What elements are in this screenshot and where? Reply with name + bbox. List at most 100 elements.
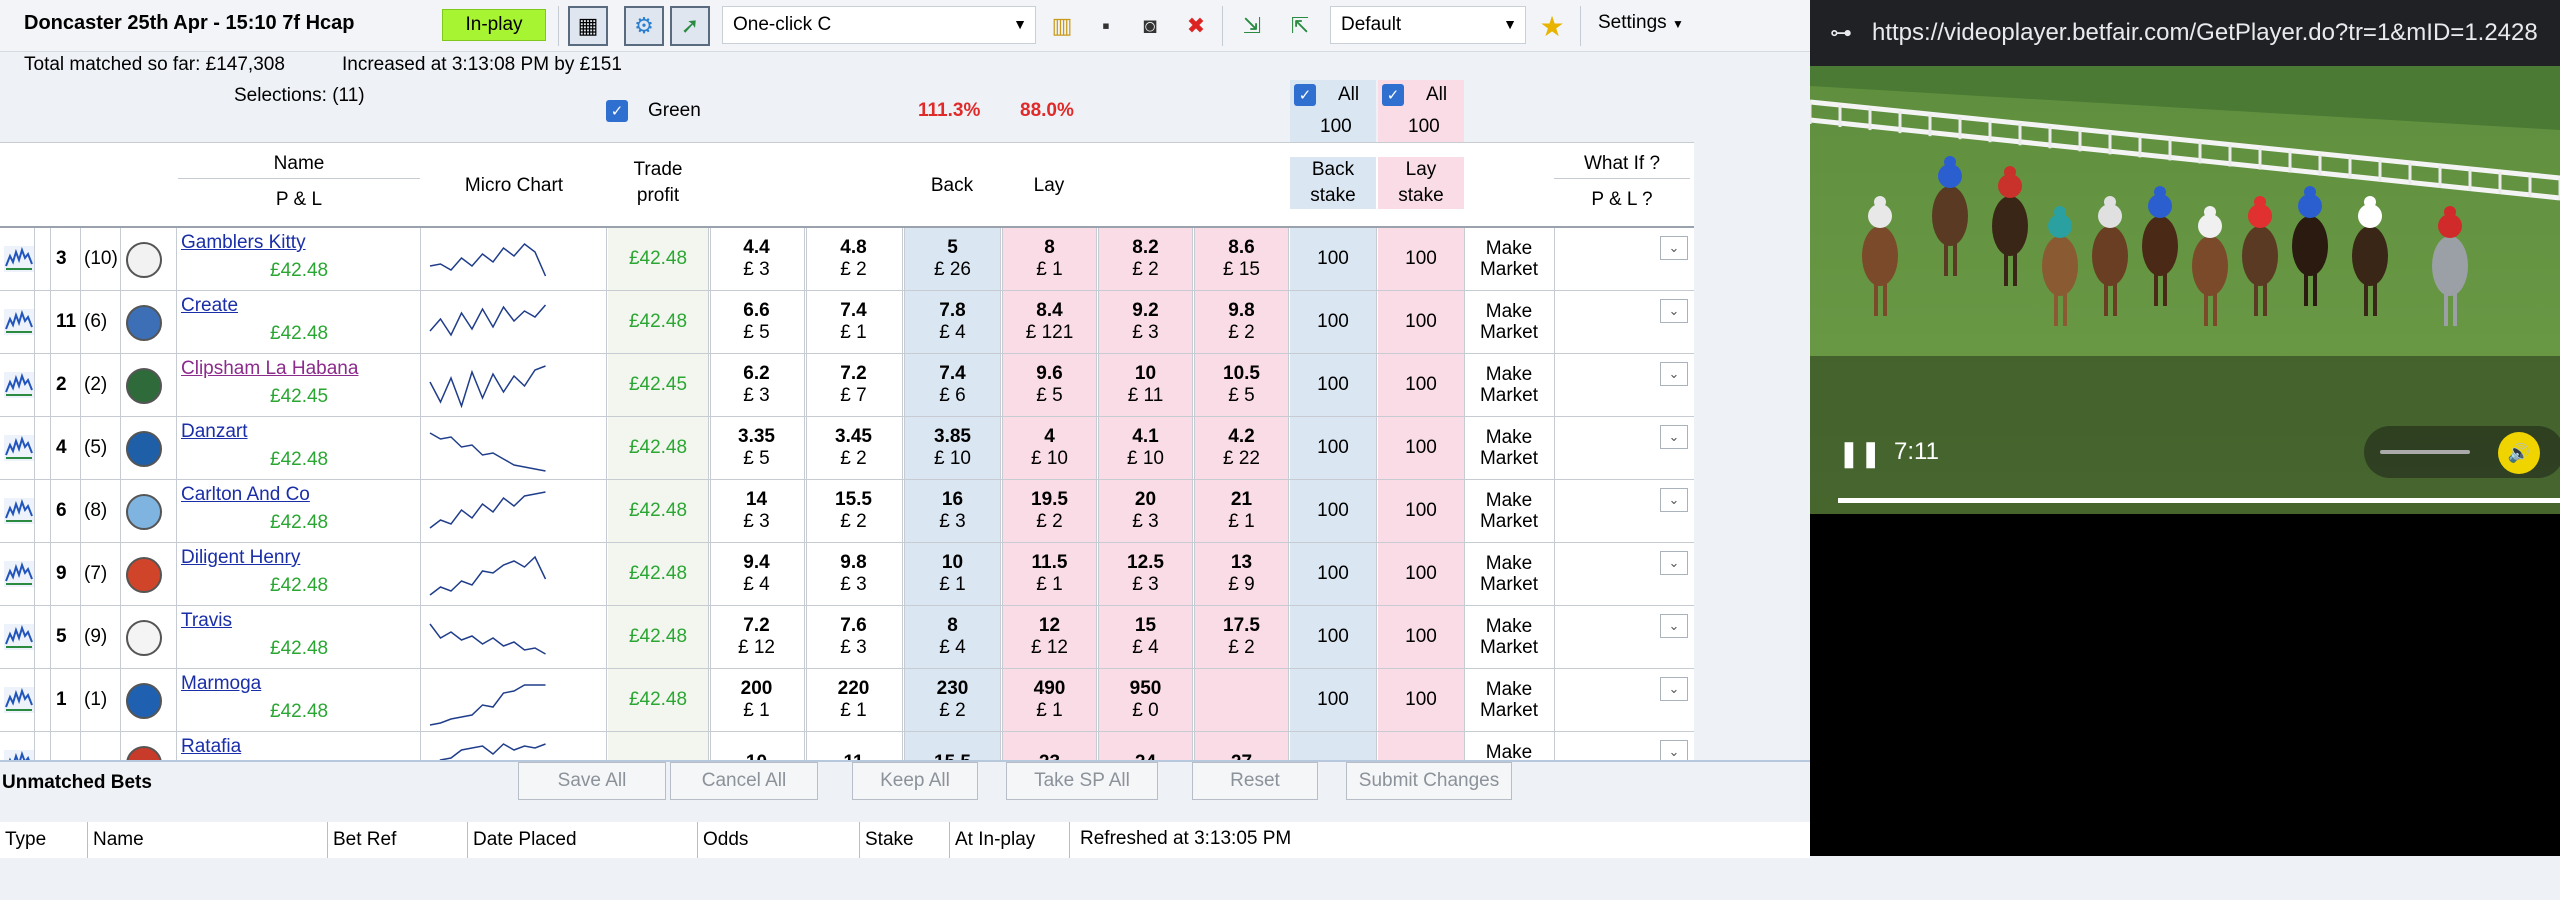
lay-price-cell[interactable]: 950 £ 0 [1098, 669, 1192, 731]
back-price-cell[interactable]: 230 £ 2 [904, 669, 1000, 731]
save-new-icon[interactable]: ◙ [1130, 6, 1170, 46]
column-header-stake[interactable]: Stake [860, 822, 950, 858]
trade-profit[interactable]: £42.48 [608, 543, 708, 605]
make-market-button[interactable]: MakeMarket [1466, 354, 1552, 416]
back-price-cell[interactable]: 5 £ 26 [904, 228, 1000, 290]
star-icon[interactable]: ★ [1532, 6, 1572, 46]
chart-icon[interactable] [4, 498, 34, 524]
back-price-cell[interactable]: 7.6 £ 3 [806, 606, 900, 668]
make-market-button[interactable]: MakeMarket [1466, 732, 1552, 760]
back-price-cell[interactable]: 200 £ 1 [710, 669, 802, 731]
header-what-if[interactable]: What If ? [1554, 149, 1690, 179]
back-price-cell[interactable]: 3.35 £ 5 [710, 417, 802, 479]
back-stake-cell[interactable]: 100 [1290, 480, 1376, 542]
lay-all-checkbox[interactable]: ✓ [1382, 84, 1404, 106]
oneclick-select[interactable]: One-click C ▼ [722, 6, 1036, 44]
back-stake-cell[interactable] [1290, 732, 1376, 760]
back-price-cell[interactable]: 14 £ 3 [710, 480, 802, 542]
back-price-cell[interactable]: 11 [806, 732, 900, 760]
back-stake-cell[interactable]: 100 [1290, 417, 1376, 479]
make-market-button[interactable]: MakeMarket [1466, 480, 1552, 542]
back-price-cell[interactable]: 6.2 £ 3 [710, 354, 802, 416]
chart-icon[interactable] [4, 246, 34, 272]
race-video-frame[interactable]: ❚❚ 7:11 🔊 [1810, 66, 2560, 514]
back-stake-cell[interactable]: 100 [1290, 606, 1376, 668]
lay-stake-cell[interactable] [1378, 732, 1464, 760]
trade-profit[interactable]: £42.48 [608, 228, 708, 290]
lay-stake-cell[interactable]: 100 [1378, 291, 1464, 353]
runner-name-link[interactable]: Ratafia [181, 736, 241, 758]
header-pl[interactable]: P & L [178, 183, 420, 217]
chevron-down-icon[interactable]: ⌄ [1660, 740, 1688, 760]
back-price-cell[interactable]: 3.85 £ 10 [904, 417, 1000, 479]
back-price-cell[interactable]: 4.8 £ 2 [806, 228, 900, 290]
make-market-button[interactable]: MakeMarket [1466, 543, 1552, 605]
lay-price-cell[interactable]: 15 £ 4 [1098, 606, 1192, 668]
lay-price-cell[interactable]: 20 £ 3 [1098, 480, 1192, 542]
back-stake-cell[interactable]: 100 [1290, 291, 1376, 353]
chart-icon[interactable] [4, 435, 34, 461]
save-all-button[interactable]: Save All [518, 762, 666, 800]
runner-name-link[interactable]: Diligent Henry [181, 547, 300, 569]
back-price-cell[interactable]: 220 £ 1 [806, 669, 900, 731]
lay-price-cell[interactable]: 12 £ 12 [1002, 606, 1096, 668]
lay-price-cell[interactable]: 12.5 £ 3 [1098, 543, 1192, 605]
back-price-cell[interactable]: 6.6 £ 5 [710, 291, 802, 353]
lay-price-cell[interactable]: 13 £ 9 [1194, 543, 1288, 605]
column-header-odds[interactable]: Odds [698, 822, 860, 858]
lay-price-cell[interactable]: 24 [1098, 732, 1192, 760]
runner-name-link[interactable]: Travis [181, 610, 232, 632]
lay-price-cell[interactable]: 23 [1002, 732, 1096, 760]
lay-price-cell[interactable]: 8 £ 1 [1002, 228, 1096, 290]
back-price-cell[interactable]: 16 £ 3 [904, 480, 1000, 542]
runner-name-link[interactable]: Danzart [181, 421, 248, 443]
column-header-type[interactable]: Type [0, 822, 88, 858]
lay-price-cell[interactable] [1194, 669, 1288, 731]
make-market-button[interactable]: MakeMarket [1466, 291, 1552, 353]
lay-price-cell[interactable]: 27 [1194, 732, 1288, 760]
lay-price-cell[interactable]: 8.4 £ 121 [1002, 291, 1096, 353]
lay-price-cell[interactable]: 11.5 £ 1 [1002, 543, 1096, 605]
column-header-name[interactable]: Name [88, 822, 328, 858]
trade-profit[interactable]: £42.45 [608, 354, 708, 416]
chevron-down-icon[interactable]: ⌄ [1660, 614, 1688, 638]
back-stake-cell[interactable]: 100 [1290, 543, 1376, 605]
make-market-button[interactable]: MakeMarket [1466, 606, 1552, 668]
lay-price-cell[interactable]: 4.1 £ 10 [1098, 417, 1192, 479]
chart-icon[interactable] [4, 372, 34, 398]
make-market-button[interactable]: MakeMarket [1466, 228, 1552, 290]
view-select[interactable]: Default ▼ [1330, 6, 1526, 44]
lay-price-cell[interactable]: 10.5 £ 5 [1194, 354, 1288, 416]
lay-price-cell[interactable]: 8.6 £ 15 [1194, 228, 1288, 290]
trade-profit[interactable]: £42.48 [608, 480, 708, 542]
lay-stake-cell[interactable]: 100 [1378, 480, 1464, 542]
back-stake-cell[interactable]: 100 [1290, 228, 1376, 290]
trade-profit[interactable]: £42.48 [608, 669, 708, 731]
lay-price-cell[interactable]: 9.2 £ 3 [1098, 291, 1192, 353]
url-bar[interactable]: ⊶ https://videoplayer.betfair.com/GetPla… [1810, 0, 2560, 66]
chart-icon[interactable] [4, 687, 34, 713]
chart-icon[interactable] [4, 624, 34, 650]
runner-name-link[interactable]: Create [181, 295, 238, 317]
back-price-cell[interactable]: 9.8 £ 3 [806, 543, 900, 605]
trade-profit[interactable]: £42.48 [608, 606, 708, 668]
lay-price-cell[interactable]: 490 £ 1 [1002, 669, 1096, 731]
delete-icon[interactable]: ✖ [1176, 6, 1216, 46]
chart-icon[interactable] [4, 309, 34, 335]
lay-all-stake[interactable]: 100 [1408, 116, 1440, 138]
back-stake-cell[interactable]: 100 [1290, 354, 1376, 416]
columns-icon[interactable]: ▥ [1042, 6, 1082, 46]
runner-name-link[interactable]: Clipsham La Habana [181, 358, 358, 380]
lay-stake-cell[interactable]: 100 [1378, 417, 1464, 479]
cursor-icon[interactable]: ➚ [670, 6, 710, 46]
back-stake-cell[interactable]: 100 [1290, 669, 1376, 731]
back-price-cell[interactable]: 9.4 £ 4 [710, 543, 802, 605]
volume-icon[interactable]: 🔊 [2498, 432, 2540, 474]
green-checkbox[interactable]: ✓ [606, 100, 628, 122]
back-price-cell[interactable]: 7.4 £ 6 [904, 354, 1000, 416]
lay-price-cell[interactable]: 21 £ 1 [1194, 480, 1288, 542]
lay-price-cell[interactable]: 9.8 £ 2 [1194, 291, 1288, 353]
make-market-button[interactable]: MakeMarket [1466, 669, 1552, 731]
back-all-stake[interactable]: 100 [1320, 116, 1352, 138]
lay-stake-cell[interactable]: 100 [1378, 543, 1464, 605]
